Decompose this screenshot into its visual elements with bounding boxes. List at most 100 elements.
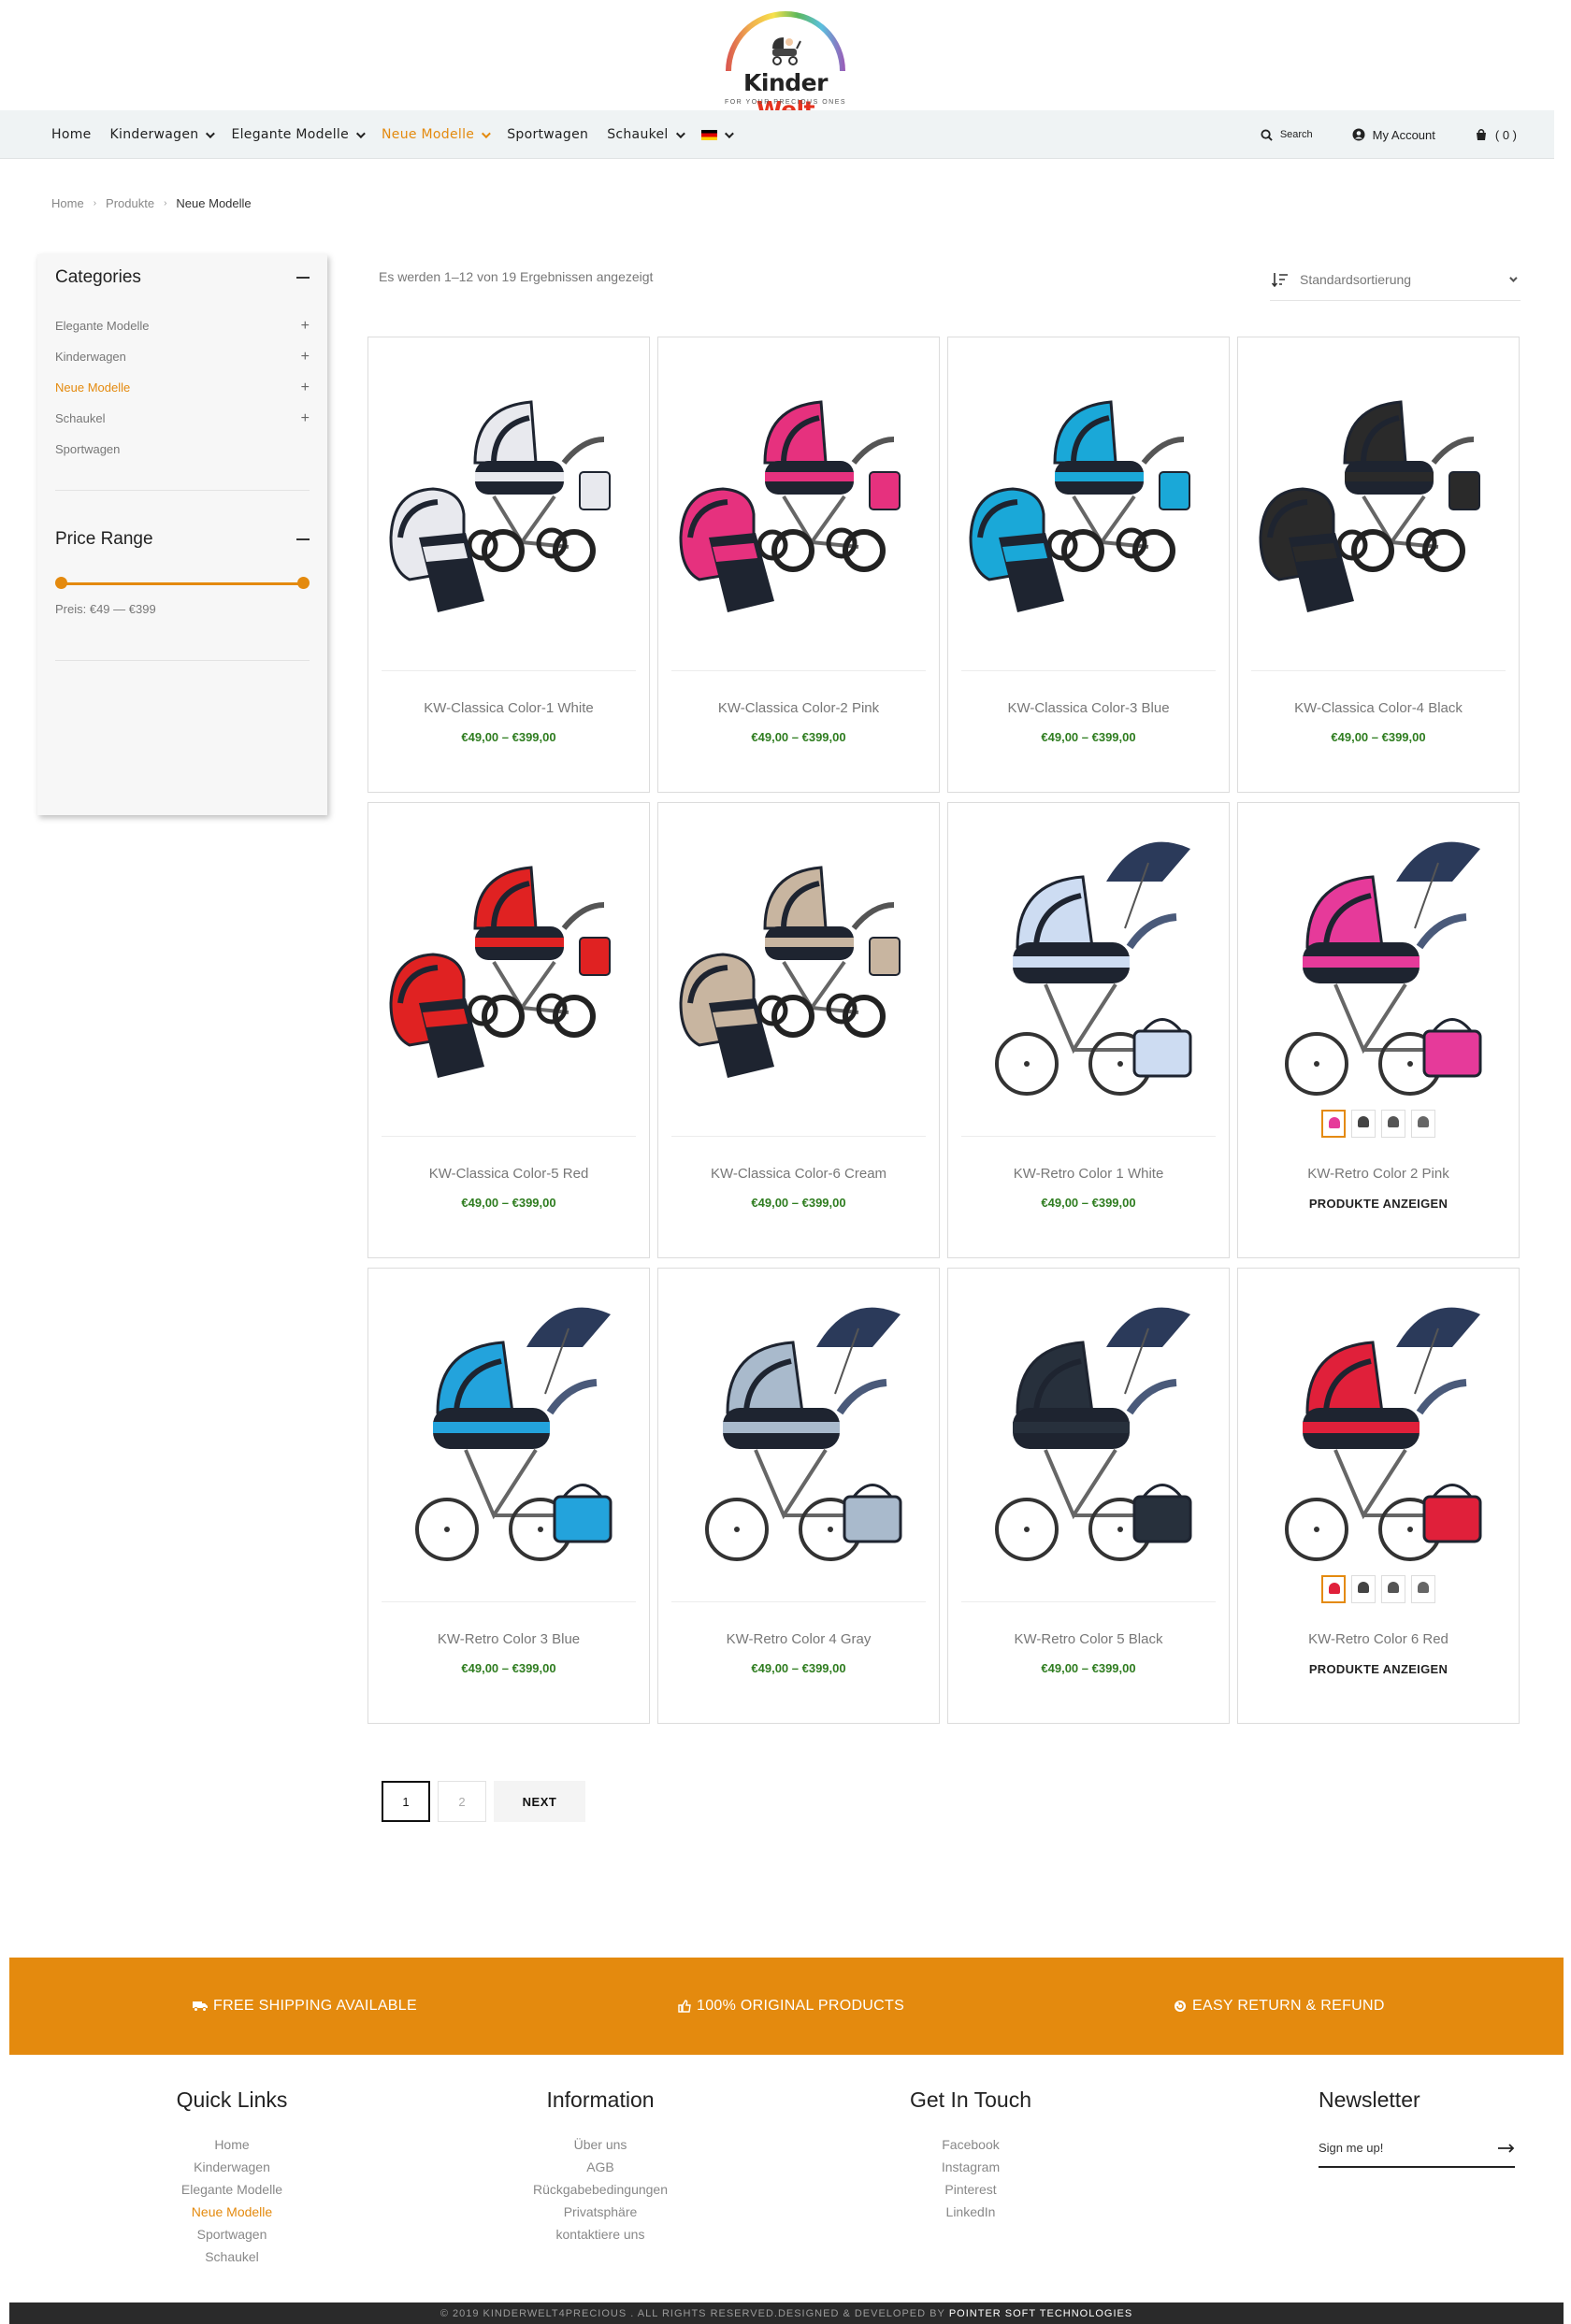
category-label: Schaukel	[55, 411, 106, 425]
category-item[interactable]: Sportwagen	[55, 434, 310, 465]
product-card[interactable]: KW-Classica Color-4 Black €49,00 – €399,0…	[1237, 337, 1520, 793]
color-swatch[interactable]	[1351, 1110, 1376, 1138]
product-card[interactable]: KW-Retro Color 2 Pink PRODUKTE ANZEIGEN	[1237, 802, 1520, 1258]
nav-item-home[interactable]: Home	[51, 127, 92, 142]
product-name[interactable]: KW-Classica Color-6 Cream	[658, 1166, 939, 1182]
product-image[interactable]	[382, 816, 636, 1132]
color-swatch[interactable]	[1411, 1110, 1435, 1138]
product-image[interactable]	[671, 816, 926, 1132]
product-name[interactable]: KW-Retro Color 4 Gray	[658, 1631, 939, 1647]
view-products-button[interactable]: PRODUKTE ANZEIGEN	[1238, 1662, 1519, 1676]
color-swatch[interactable]	[1411, 1575, 1435, 1603]
product-card[interactable]: KW-Retro Color 6 Red PRODUKTE ANZEIGEN	[1237, 1268, 1520, 1724]
product-name[interactable]: KW-Classica Color-3 Blue	[948, 700, 1229, 716]
product-name[interactable]: KW-Retro Color 3 Blue	[368, 1631, 649, 1647]
price-slider-max-handle[interactable]	[297, 577, 310, 589]
next-page-button[interactable]: NEXT	[494, 1781, 585, 1822]
footer-link[interactable]: Rückgabebedingungen	[507, 2178, 694, 2201]
breadcrumb-link[interactable]: Home	[51, 196, 84, 210]
nav-item-elegante-modelle[interactable]: Elegante Modelle	[231, 127, 366, 142]
footer-link[interactable]: Schaukel	[138, 2245, 325, 2268]
product-image[interactable]	[1251, 816, 1506, 1132]
cart-button[interactable]: ( 0 )	[1475, 128, 1517, 142]
product-name[interactable]: KW-Classica Color-2 Pink	[658, 700, 939, 716]
expand-plus-icon[interactable]: +	[301, 410, 310, 427]
product-name[interactable]: KW-Retro Color 6 Red	[1238, 1631, 1519, 1647]
nav-item-sportwagen[interactable]: Sportwagen	[507, 127, 588, 142]
footer-link[interactable]: Home	[138, 2133, 325, 2156]
product-card[interactable]: KW-Classica Color-6 Cream €49,00 – €399,0…	[657, 802, 940, 1258]
german-flag-icon	[700, 129, 717, 140]
view-products-button[interactable]: PRODUKTE ANZEIGEN	[1238, 1197, 1519, 1211]
footer-link[interactable]: Facebook	[877, 2133, 1064, 2156]
product-card[interactable]: KW-Retro Color 3 Blue €49,00 – €399,00	[368, 1268, 650, 1724]
category-item[interactable]: Elegante Modelle +	[55, 310, 310, 341]
product-image[interactable]	[961, 816, 1216, 1132]
price-slider[interactable]	[55, 577, 310, 590]
newsletter-email-field[interactable]: Sign me up!	[1319, 2141, 1515, 2168]
footer-link[interactable]: kontaktiere uns	[507, 2223, 694, 2245]
nav-item-kinderwagen[interactable]: Kinderwagen	[110, 127, 216, 142]
product-image[interactable]	[382, 351, 636, 667]
product-name[interactable]: KW-Classica Color-5 Red	[368, 1166, 649, 1182]
sort-select[interactable]: Standardsortierung	[1270, 258, 1521, 301]
category-item[interactable]: Schaukel +	[55, 403, 310, 434]
product-card[interactable]: KW-Classica Color-5 Red €49,00 – €399,00	[368, 802, 650, 1258]
product-image[interactable]	[382, 1282, 636, 1598]
color-swatch[interactable]	[1381, 1110, 1405, 1138]
product-image[interactable]	[671, 351, 926, 667]
swatch-thumbnail	[1329, 1583, 1340, 1594]
expand-plus-icon[interactable]: +	[301, 380, 310, 396]
color-swatch[interactable]	[1381, 1575, 1405, 1603]
footer-link[interactable]: Neue Modelle	[138, 2201, 325, 2223]
product-card[interactable]: KW-Retro Color 5 Black €49,00 – €399,00	[947, 1268, 1230, 1724]
product-image[interactable]	[1251, 351, 1506, 667]
footer-link[interactable]: Pinterest	[877, 2178, 1064, 2201]
search-button[interactable]: Search	[1261, 128, 1313, 141]
nav-item-neue-modelle[interactable]: Neue Modelle	[382, 127, 492, 142]
category-item[interactable]: Neue Modelle +	[55, 372, 310, 403]
color-swatch[interactable]	[1321, 1575, 1346, 1603]
developer-link[interactable]: POINTER SOFT TECHNOLOGIES	[949, 2308, 1132, 2319]
product-name[interactable]: KW-Retro Color 1 White	[948, 1166, 1229, 1182]
product-name[interactable]: KW-Retro Color 2 Pink	[1238, 1166, 1519, 1182]
arrow-right-icon[interactable]	[1498, 2143, 1515, 2153]
product-card[interactable]: KW-Classica Color-1 White €49,00 – €399,0…	[368, 337, 650, 793]
footer-link[interactable]: Elegante Modelle	[138, 2178, 325, 2201]
language-switcher[interactable]	[700, 128, 734, 140]
product-image[interactable]	[671, 1282, 926, 1598]
price-slider-min-handle[interactable]	[55, 577, 67, 589]
page-link[interactable]: 2	[438, 1781, 486, 1822]
footer-link[interactable]: AGB	[507, 2156, 694, 2178]
product-card[interactable]: KW-Retro Color 4 Gray €49,00 – €399,00	[657, 1268, 940, 1724]
collapse-icon[interactable]	[296, 538, 310, 540]
color-swatch[interactable]	[1321, 1110, 1346, 1138]
page-current[interactable]: 1	[382, 1781, 430, 1822]
nav-item-schaukel[interactable]: Schaukel	[607, 127, 685, 142]
footer-link[interactable]: Sportwagen	[138, 2223, 325, 2245]
product-card[interactable]: KW-Retro Color 1 White €49,00 – €399,00	[947, 802, 1230, 1258]
expand-plus-icon[interactable]: +	[301, 349, 310, 366]
product-image[interactable]	[961, 1282, 1216, 1598]
my-account-link[interactable]: My Account	[1352, 128, 1435, 142]
footer-link[interactable]: LinkedIn	[877, 2201, 1064, 2223]
product-image[interactable]	[961, 351, 1216, 667]
site-logo[interactable]: Kinder Welt FOR YOUR PRECIOUS ONES	[718, 11, 853, 123]
product-name[interactable]: KW-Retro Color 5 Black	[948, 1631, 1229, 1647]
expand-plus-icon[interactable]: +	[301, 318, 310, 335]
product-card[interactable]: KW-Classica Color-3 Blue €49,00 – €399,00	[947, 337, 1230, 793]
breadcrumb-link[interactable]: Produkte	[106, 196, 154, 210]
product-card[interactable]: KW-Classica Color-2 Pink €49,00 – €399,00	[657, 337, 940, 793]
product-name[interactable]: KW-Classica Color-4 Black	[1238, 700, 1519, 716]
category-item[interactable]: Kinderwagen +	[55, 341, 310, 372]
footer-link[interactable]: Über uns	[507, 2133, 694, 2156]
footer-link[interactable]: Privatsphäre	[507, 2201, 694, 2223]
product-name[interactable]: KW-Classica Color-1 White	[368, 700, 649, 716]
footer-link[interactable]: Instagram	[877, 2156, 1064, 2178]
color-swatch[interactable]	[1351, 1575, 1376, 1603]
price-range-header[interactable]: Price Range	[55, 529, 310, 550]
footer-link[interactable]: Kinderwagen	[138, 2156, 325, 2178]
product-image[interactable]	[1251, 1282, 1506, 1598]
categories-header[interactable]: Categories	[55, 267, 310, 288]
collapse-icon[interactable]	[296, 277, 310, 279]
